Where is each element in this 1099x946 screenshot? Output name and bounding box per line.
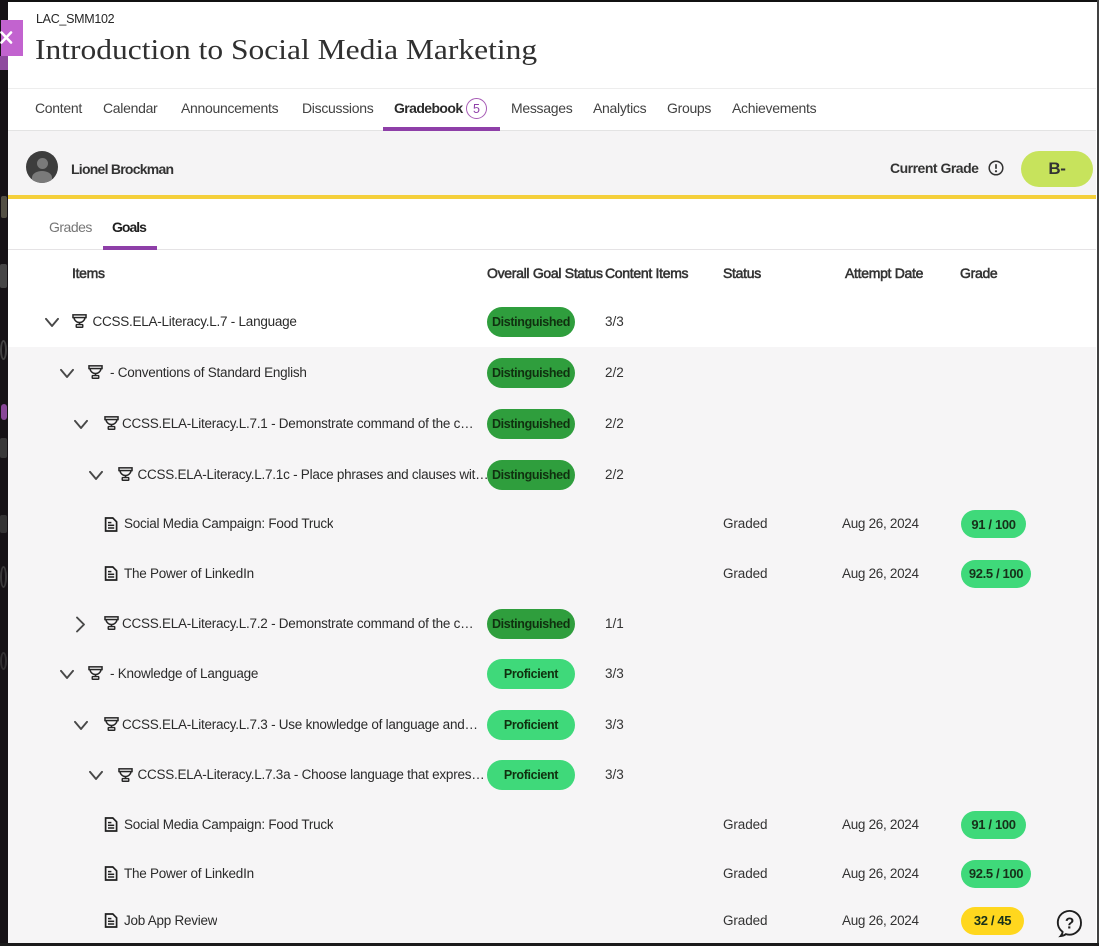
svg-text:?: ? — [1065, 916, 1074, 933]
